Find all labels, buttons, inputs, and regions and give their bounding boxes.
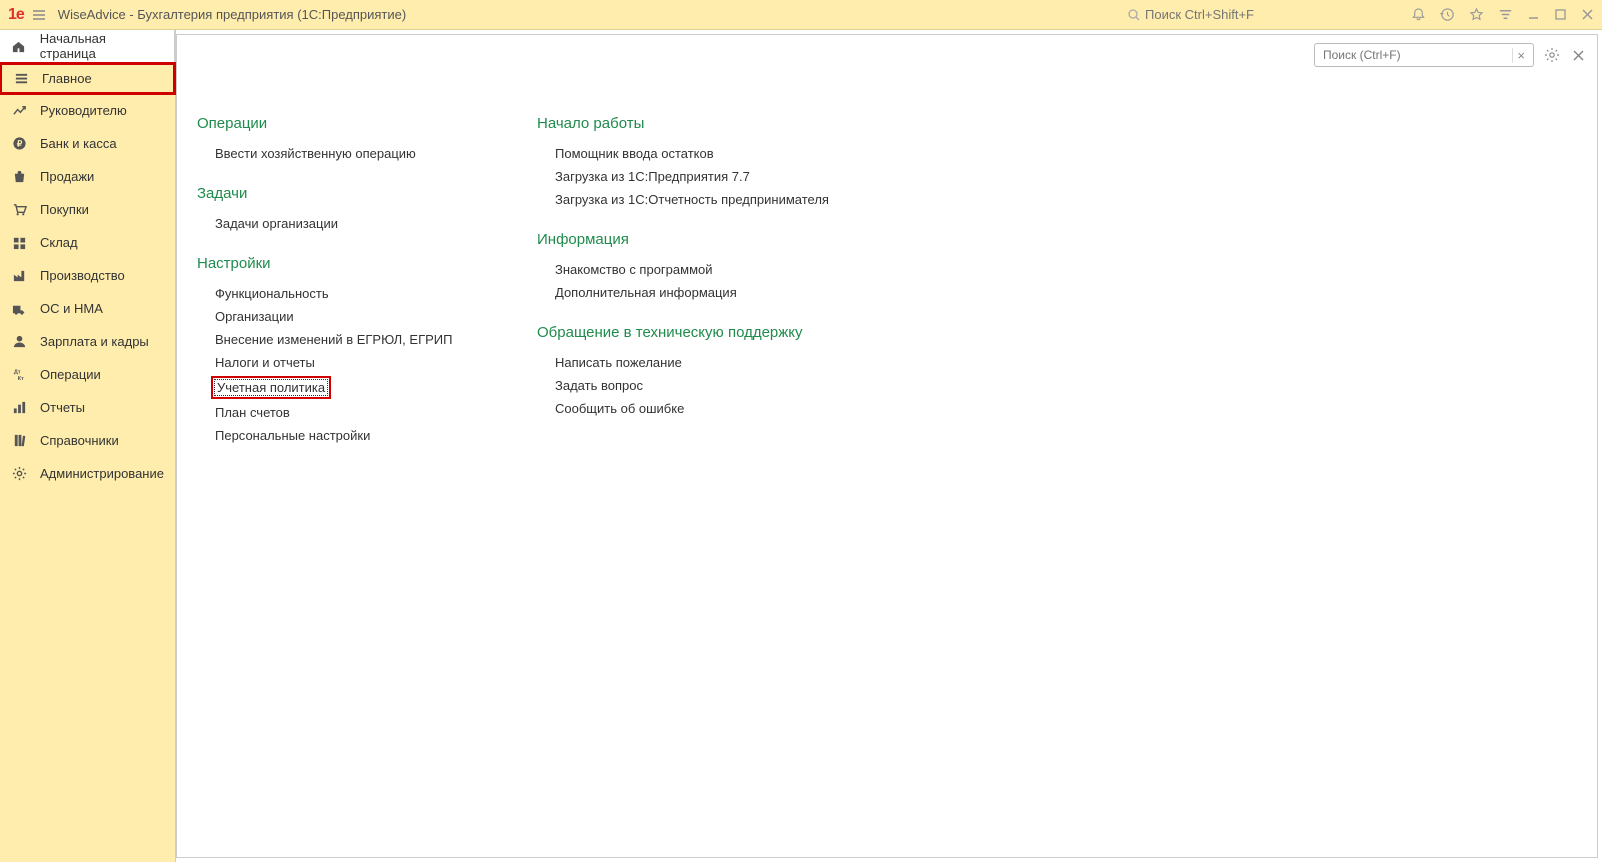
cart-icon — [10, 202, 28, 217]
svg-text:Дт: Дт — [13, 370, 20, 376]
sidebar-item-9[interactable]: Зарплата и кадры — [0, 325, 175, 358]
panel-close-icon[interactable] — [1570, 47, 1587, 64]
svg-text:₽: ₽ — [16, 138, 21, 148]
sidebar-item-label: Руководителю — [40, 103, 127, 118]
nav-link[interactable]: Загрузка из 1С:Предприятия 7.7 — [537, 165, 829, 188]
sidebar-item-13[interactable]: Администрирование — [0, 457, 175, 490]
close-icon[interactable] — [1581, 8, 1594, 21]
main-toolbar: × — [1314, 43, 1587, 67]
sidebar-item-12[interactable]: Справочники — [0, 424, 175, 457]
bell-icon[interactable] — [1411, 7, 1426, 22]
section-head[interactable]: Задачи — [197, 185, 477, 202]
section-head[interactable]: Настройки — [197, 255, 477, 272]
books-icon — [10, 433, 28, 448]
sidebar-item-label: Производство — [40, 268, 125, 283]
history-icon[interactable] — [1440, 7, 1455, 22]
factory-icon — [10, 268, 28, 283]
nav-link[interactable]: Ввести хозяйственную операцию — [197, 142, 477, 165]
section-head[interactable]: Информация — [537, 231, 829, 248]
sidebar-item-label: Операции — [40, 367, 101, 382]
star-icon[interactable] — [1469, 7, 1484, 22]
sidebar-item-1[interactable]: Главное — [0, 62, 176, 95]
nav-link[interactable]: Внесение изменений в ЕГРЮЛ, ЕГРИП — [197, 328, 477, 351]
sidebar-item-7[interactable]: Производство — [0, 259, 175, 292]
sidebar-item-label: Покупки — [40, 202, 89, 217]
home-icon — [10, 39, 28, 54]
sidebar-item-2[interactable]: Руководителю — [0, 94, 175, 127]
bars-icon — [10, 400, 28, 415]
dtkt-icon: ДтКт — [10, 367, 28, 382]
panel-search-input[interactable] — [1319, 48, 1512, 62]
sidebar-item-8[interactable]: ОС и НМА — [0, 292, 175, 325]
gear-icon — [10, 466, 28, 481]
section-head[interactable]: Начало работы — [537, 115, 829, 132]
nav-link[interactable]: Организации — [197, 305, 477, 328]
panel-search[interactable]: × — [1314, 43, 1534, 67]
filter-icon[interactable] — [1498, 7, 1513, 22]
nav-link[interactable]: Знакомство с программой — [537, 258, 829, 281]
nav-link[interactable]: Учетная политика — [211, 376, 331, 399]
menu-icon — [12, 71, 30, 86]
sidebar-item-6[interactable]: Склад — [0, 226, 175, 259]
main-panel: × Операции Ввести хозяйственную операцию З… — [176, 34, 1598, 858]
sidebar-item-label: Продажи — [40, 169, 94, 184]
sidebar-item-3[interactable]: ₽ Банк и касса — [0, 127, 175, 160]
person-icon — [10, 334, 28, 349]
nav-link[interactable]: Сообщить об ошибке — [537, 397, 829, 420]
nav-link[interactable]: Написать пожелание — [537, 351, 829, 374]
window-controls — [1411, 7, 1594, 22]
sidebar-item-label: Администрирование — [40, 466, 164, 481]
section-head[interactable]: Обращение в техническую поддержку — [537, 324, 829, 341]
nav-link[interactable]: Задать вопрос — [537, 374, 829, 397]
nav-link[interactable]: Помощник ввода остатков — [537, 142, 829, 165]
window-title: WiseAdvice - Бухгалтерия предприятия (1С… — [58, 7, 406, 22]
sidebar-item-label: ОС и НМА — [40, 301, 103, 316]
global-search-input[interactable] — [1145, 7, 1385, 22]
content-column-2: Начало работыПомощник ввода остатковЗагр… — [537, 115, 829, 447]
section-head[interactable]: Операции — [197, 115, 477, 132]
sidebar-item-label: Отчеты — [40, 400, 85, 415]
titlebar: 1e WiseAdvice - Бухгалтерия предприятия … — [0, 0, 1602, 30]
sidebar-item-0[interactable]: Начальная страница — [0, 30, 175, 63]
app-logo-icon: 1e — [8, 6, 24, 24]
sidebar-item-label: Начальная страница — [40, 31, 164, 61]
trend-icon — [10, 103, 28, 118]
search-icon — [1127, 8, 1141, 22]
sidebar: Начальная страница Главное Руководителю ₽ Ба… — [0, 30, 176, 862]
main-menu-icon[interactable] — [32, 8, 46, 22]
ruble-icon: ₽ — [10, 136, 28, 151]
nav-link[interactable]: Загрузка из 1С:Отчетность предпринимател… — [537, 188, 829, 211]
sidebar-item-label: Склад — [40, 235, 78, 250]
sidebar-item-label: Главное — [42, 71, 92, 86]
sidebar-item-label: Справочники — [40, 433, 119, 448]
bag-icon — [10, 169, 28, 184]
boxes-icon — [10, 235, 28, 250]
maximize-icon[interactable] — [1554, 8, 1567, 21]
nav-link[interactable]: Функциональность — [197, 282, 477, 305]
content-area: Операции Ввести хозяйственную операцию Зад… — [177, 35, 1597, 467]
nav-link[interactable]: Задачи организации — [197, 212, 477, 235]
minimize-icon[interactable] — [1527, 8, 1540, 21]
nav-link[interactable]: Персональные настройки — [197, 424, 477, 447]
nav-link[interactable]: План счетов — [197, 401, 477, 424]
sidebar-item-label: Банк и касса — [40, 136, 117, 151]
sidebar-item-4[interactable]: Продажи — [0, 160, 175, 193]
svg-text:Кт: Кт — [17, 376, 23, 382]
global-search[interactable] — [1121, 7, 1401, 22]
sidebar-item-label: Зарплата и кадры — [40, 334, 149, 349]
sidebar-item-11[interactable]: Отчеты — [0, 391, 175, 424]
nav-link[interactable]: Дополнительная информация — [537, 281, 829, 304]
nav-link[interactable]: Налоги и отчеты — [197, 351, 477, 374]
truck-icon — [10, 301, 28, 316]
sidebar-item-5[interactable]: Покупки — [0, 193, 175, 226]
content-column-1: Операции Ввести хозяйственную операцию Зад… — [197, 115, 477, 447]
gear-icon[interactable] — [1542, 45, 1562, 65]
clear-search-icon[interactable]: × — [1512, 48, 1529, 63]
sidebar-item-10[interactable]: ДтКт Операции — [0, 358, 175, 391]
